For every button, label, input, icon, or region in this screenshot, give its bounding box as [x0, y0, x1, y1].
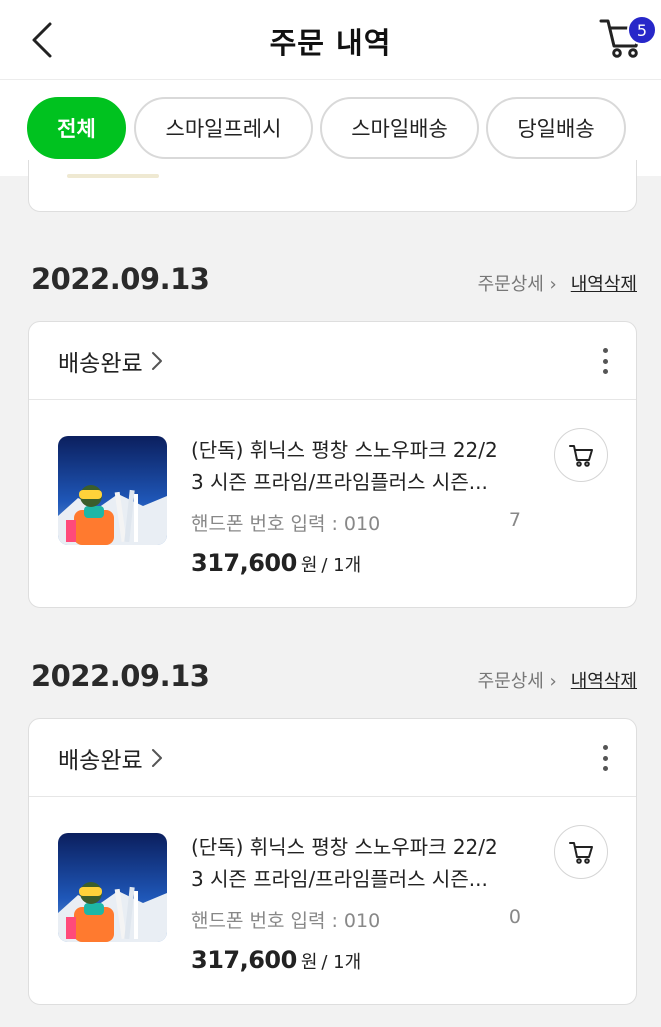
partial-image — [67, 174, 159, 178]
product-price: 317,600 원 / 1개 — [191, 549, 362, 577]
delivery-status: 배송완료 — [58, 748, 143, 774]
order-date: 2022.09.13 — [31, 659, 210, 693]
filter-chip-smile-delivery[interactable]: 스마일배송 — [320, 97, 479, 159]
order-card-partial — [28, 160, 637, 212]
filter-chip-smile-fresh[interactable]: 스마일프레시 — [134, 97, 313, 159]
delivery-status: 배송완료 — [58, 351, 143, 377]
product-thumbnail[interactable] — [58, 833, 167, 942]
page-title: 주문 내역 — [269, 26, 392, 60]
product-thumbnail[interactable] — [58, 436, 167, 545]
filter-chip-same-day[interactable]: 당일배송 — [486, 97, 626, 159]
order-links: 주문상세 › 내역삭제 — [478, 667, 637, 693]
product-name[interactable]: (단독) 휘닉스 평창 스노우파크 22/2 3 시즌 프라임/프라임플러스 시… — [191, 434, 541, 498]
order-card: 배송완료 (단독) 휘닉스 평창 스노우파크 22/2 3 시즌 프라임/프라임… — [28, 718, 637, 1005]
more-options-icon[interactable] — [594, 741, 616, 775]
order-detail-link[interactable]: 주문상세 › — [478, 667, 557, 693]
top-bar: 주문 내역 5 — [0, 0, 661, 80]
product-name[interactable]: (단독) 휘닉스 평창 스노우파크 22/2 3 시즌 프라임/프라임플러스 시… — [191, 831, 541, 895]
order-links: 주문상세 › 내역삭제 — [478, 270, 637, 296]
delete-history-link[interactable]: 내역삭제 — [571, 270, 637, 296]
cart-icon — [569, 445, 593, 467]
add-to-cart-button[interactable] — [554, 825, 608, 879]
delivery-status-link[interactable]: 배송완료 — [58, 344, 163, 378]
order-status-row: 배송완료 — [29, 322, 636, 400]
product-price: 317,600 원 / 1개 — [191, 946, 362, 974]
chevron-right-icon — [151, 352, 162, 370]
order-detail-link[interactable]: 주문상세 › — [478, 270, 557, 296]
order-status-row: 배송완료 — [29, 719, 636, 797]
add-to-cart-button[interactable] — [554, 428, 608, 482]
product-option: 핸드폰 번호 입력 : 010 0 — [191, 906, 521, 932]
cart-count-badge: 5 — [627, 15, 657, 45]
filter-chip-all[interactable]: 전체 — [27, 97, 126, 159]
delete-history-link[interactable]: 내역삭제 — [571, 667, 637, 693]
chevron-right-icon — [151, 749, 162, 767]
order-date: 2022.09.13 — [31, 262, 210, 296]
cart-icon — [569, 842, 593, 864]
product-option: 핸드폰 번호 입력 : 010 7 — [191, 509, 521, 535]
delivery-status-link[interactable]: 배송완료 — [58, 741, 163, 775]
order-card: 배송완료 (단독) 휘닉스 평창 스노우파크 22/2 3 시즌 프라임/프라임… — [28, 321, 637, 608]
more-options-icon[interactable] — [594, 344, 616, 378]
